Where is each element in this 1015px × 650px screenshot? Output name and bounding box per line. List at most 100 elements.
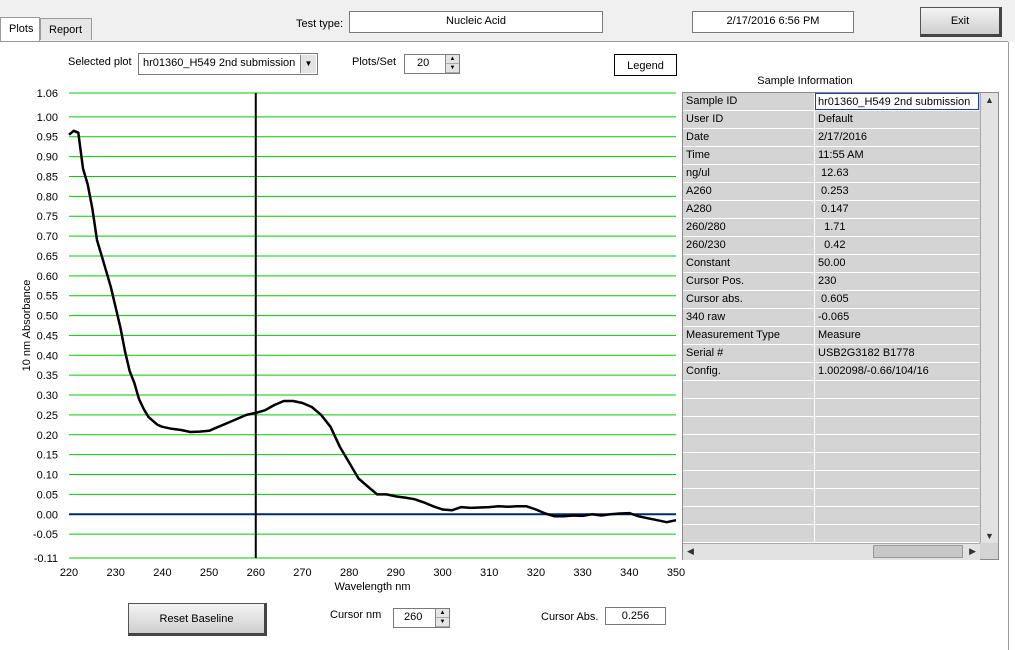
sample-info-row: Measurement Type Measure: [683, 327, 979, 345]
sample-info-key: Sample ID: [686, 95, 738, 107]
sample-info-value: 230: [818, 275, 837, 287]
x-tick-label: 260: [247, 567, 265, 579]
y-tick-label: 0.25: [37, 410, 58, 422]
y-tick-label: 0.45: [37, 330, 58, 342]
x-tick-label: 330: [573, 567, 591, 579]
y-tick-label: 0.35: [37, 370, 58, 382]
sample-info-row: 260/280 1.71: [683, 219, 979, 237]
plots-per-set-spinner[interactable]: ▲ ▼: [445, 55, 459, 73]
sample-info-empty-row: [683, 417, 979, 435]
y-tick-label: 0.55: [37, 291, 58, 303]
sample-info-empty-row: [683, 507, 979, 525]
sample-info-key: ng/ul: [686, 167, 710, 179]
y-tick-label: 0.60: [37, 271, 58, 283]
sample-info-empty-row: [683, 435, 979, 453]
cursor-nm-label: Cursor nm: [330, 609, 382, 621]
x-axis-ticks: 220 230 240 250 260 270 280 290 300 310 320 330 340 3…: [60, 567, 685, 579]
sample-info-value: 11:55 AM: [818, 149, 864, 161]
selected-plot-dropdown[interactable]: hr01360_H549 2nd submission ▼: [138, 53, 318, 75]
sample-info-key: Date: [686, 131, 710, 143]
sample-info-row: A260 0.253: [683, 183, 979, 201]
x-tick-label: 270: [293, 567, 311, 579]
sample-info-row: A280 0.147: [683, 201, 979, 219]
cursor-abs-value: 0.256: [605, 607, 666, 625]
tab-report[interactable]: Report: [40, 18, 92, 40]
chart-grid: [69, 92, 676, 559]
horizontal-scrollbar[interactable]: ◀ ▶: [683, 543, 980, 560]
sample-info-value[interactable]: hr01360_H549 2nd submission: [815, 93, 979, 110]
scroll-left-icon[interactable]: ◀: [687, 546, 694, 557]
tab-plots[interactable]: Plots: [0, 17, 40, 42]
sample-info-key: Config.: [686, 365, 721, 377]
spin-up-icon[interactable]: ▲: [446, 55, 459, 64]
y-axis-ticks: -0.11 -0.05 0.00 0.05 0.10 0.15 0.20 0.25 0.30 0.…: [33, 88, 58, 565]
sample-info-key: 260/230: [686, 239, 726, 251]
sample-info-empty-row: [683, 381, 979, 399]
sample-info-value: 2/17/2016: [818, 131, 867, 143]
sample-info-value: 1.002098/-0.66/104/16: [818, 365, 929, 377]
sample-info-row: Cursor abs. 0.605: [683, 291, 979, 309]
sample-info-row: User ID Default: [683, 111, 979, 129]
sample-info-row: Constant 50.00: [683, 255, 979, 273]
plots-per-set-label: Plots/Set: [352, 56, 397, 68]
x-tick-label: 250: [200, 567, 218, 579]
sample-info-value: 12.63: [818, 167, 849, 179]
cursor-nm-value: 260: [404, 611, 423, 623]
x-tick-label: 350: [667, 567, 685, 579]
cursor-nm-spinner[interactable]: ▲ ▼: [435, 609, 449, 627]
sample-info-key: Constant: [686, 257, 731, 269]
sample-info-key: 340 raw: [686, 311, 726, 323]
sample-info-value: USB2G3182 B1778: [818, 347, 915, 359]
reset-baseline-button[interactable]: Reset Baseline: [128, 603, 267, 636]
plots-per-set-value: 20: [417, 57, 430, 69]
y-tick-label: 0.40: [37, 350, 58, 362]
sample-info-row: Sample ID hr01360_H549 2nd submission: [683, 93, 979, 111]
y-tick-label: 1.06: [37, 88, 58, 100]
vertical-scrollbar[interactable]: ▲ ▼: [980, 93, 998, 543]
y-tick-label: 0.75: [37, 211, 58, 223]
sample-info-empty-row: [683, 399, 979, 417]
exit-button[interactable]: Exit: [920, 7, 1002, 37]
selected-plot-value: hr01360_H549 2nd submission: [143, 57, 296, 69]
sample-info-row: Serial # USB2G3182 B1778: [683, 345, 979, 363]
scroll-up-icon[interactable]: ▲: [981, 95, 998, 105]
sample-info-value: 0.605: [818, 293, 849, 305]
sample-information-title: Sample Information: [757, 75, 853, 87]
spin-up-icon[interactable]: ▲: [436, 609, 449, 618]
x-tick-label: 290: [387, 567, 405, 579]
sample-info-row: Cursor Pos. 230: [683, 273, 979, 291]
scroll-right-icon[interactable]: ▶: [969, 546, 976, 557]
sample-info-row: Config. 1.002098/-0.66/104/16: [683, 363, 979, 381]
sample-info-row: Date 2/17/2016: [683, 129, 979, 147]
sample-info-empty-row: [683, 453, 979, 471]
y-tick-label: 0.10: [37, 470, 58, 482]
cursor-nm-stepper[interactable]: 260 ▲ ▼: [393, 608, 450, 628]
y-tick-label: -0.11: [34, 553, 58, 565]
spin-down-icon[interactable]: ▼: [436, 618, 449, 627]
y-tick-label: 0.65: [37, 251, 58, 263]
scroll-thumb[interactable]: [873, 545, 963, 558]
plots-per-set-stepper[interactable]: 20 ▲ ▼: [404, 54, 460, 74]
sample-info-value: 0.42: [818, 239, 846, 251]
sample-info-value: 50.00: [818, 257, 846, 269]
y-tick-label: 0.30: [37, 390, 58, 402]
sample-info-row: Time 11:55 AM: [683, 147, 979, 165]
sample-info-row: 260/230 0.42: [683, 237, 979, 255]
x-tick-label: 320: [527, 567, 545, 579]
x-tick-label: 280: [340, 567, 358, 579]
selected-plot-label: Selected plot: [68, 56, 132, 68]
sample-info-value: 1.71: [818, 221, 846, 233]
x-axis-title: Wavelength nm: [334, 581, 410, 593]
chevron-down-icon[interactable]: ▼: [300, 55, 316, 73]
sample-info-empty-row: [683, 471, 979, 489]
y-axis-title: 10 nm Absorbance: [21, 280, 33, 372]
test-type-field: Nucleic Acid: [349, 11, 603, 33]
sample-info-row: ng/ul 12.63: [683, 165, 979, 183]
sample-info-key: Time: [686, 149, 711, 161]
legend-button[interactable]: Legend: [614, 54, 677, 76]
sample-info-row: 340 raw -0.065: [683, 309, 979, 327]
spin-down-icon[interactable]: ▼: [446, 64, 459, 73]
y-tick-label: 0.05: [37, 489, 58, 501]
scroll-down-icon[interactable]: ▼: [981, 531, 998, 541]
absorbance-chart: -0.11 -0.05 0.00 0.05 0.10 0.15 0.20 0.25 0.30 0.…: [21, 88, 685, 593]
